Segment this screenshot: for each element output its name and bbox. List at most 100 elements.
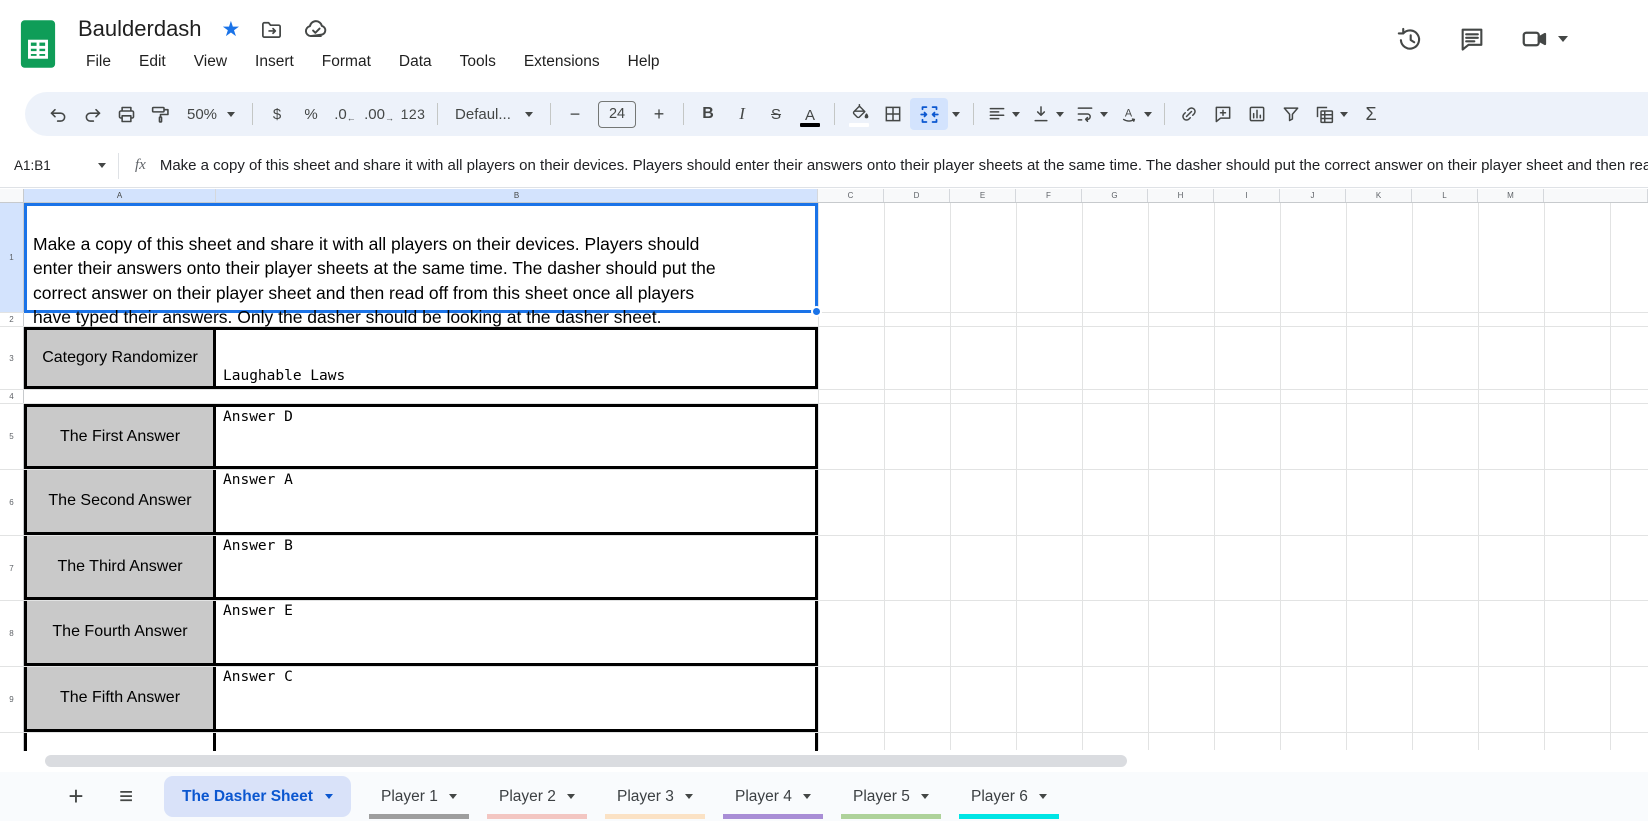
document-title[interactable]: Baulderdash [78,16,202,42]
selected-cell-a1b1[interactable]: Make a copy of this sheet and share it w… [24,203,822,327]
column-header-b[interactable]: B [216,189,818,202]
cell-b3-category-value[interactable]: Laughable Laws [216,327,818,389]
print-button[interactable] [109,98,143,130]
menu-view[interactable]: View [184,50,237,74]
column-header-h[interactable]: H [1148,189,1214,202]
column-header-a[interactable]: A [24,189,216,202]
meet-video-icon[interactable] [1520,24,1568,54]
decrease-decimal-button[interactable]: .0 ← [328,98,362,130]
cell-a9-fifth-answer-label[interactable]: The Fifth Answer [24,667,216,732]
row-header-9[interactable]: 9 [0,667,24,732]
insert-chart-button[interactable] [1240,98,1274,130]
version-history-icon[interactable] [1396,25,1424,53]
fill-color-button[interactable] [842,98,876,130]
column-header-l[interactable]: L [1412,189,1478,202]
row-header-3[interactable]: 3 [0,327,24,389]
tab-player-2-caret[interactable] [566,794,575,799]
cell-a6-second-answer-label[interactable]: The Second Answer [24,470,216,535]
menu-help[interactable]: Help [618,50,670,74]
move-to-folder-icon[interactable] [260,18,283,41]
menu-insert[interactable]: Insert [245,50,304,74]
increase-decimal-button[interactable]: .00 → [362,98,396,130]
column-header-e[interactable]: E [950,189,1016,202]
cloud-saved-icon[interactable] [303,16,329,42]
add-sheet-button[interactable]: + [58,781,94,812]
row-header-7[interactable]: 7 [0,536,24,600]
zoom-control[interactable]: 50% [177,106,245,123]
column-header-d[interactable]: D [884,189,950,202]
tab-player-1-caret[interactable] [448,794,457,799]
text-color-button[interactable]: A [793,98,827,130]
tab-player-6-caret[interactable] [1038,794,1047,799]
tab-dasher-sheet-caret[interactable] [324,794,333,799]
merge-dropdown-caret[interactable] [952,111,961,117]
tab-player-6[interactable]: Player 6 [958,772,1059,821]
row-header-10[interactable] [0,733,24,751]
cell-b8-fourth-answer-value[interactable]: Answer E [216,601,818,666]
decrease-font-size-button[interactable]: − [558,98,592,130]
cell-b9-fifth-answer-value[interactable]: Answer C [216,667,818,732]
paint-format-button[interactable] [143,98,177,130]
comment-history-icon[interactable] [1458,25,1486,53]
cell-b6-second-answer-value[interactable]: Answer A [216,470,818,535]
increase-font-size-button[interactable]: + [642,98,676,130]
undo-button[interactable] [41,98,75,130]
borders-button[interactable] [876,98,910,130]
row-header-2[interactable]: 2 [0,313,24,326]
menu-tools[interactable]: Tools [450,50,506,74]
fill-handle[interactable] [811,306,822,317]
menu-edit[interactable]: Edit [129,50,176,74]
column-header-c[interactable]: C [818,189,884,202]
star-icon[interactable]: ★ [222,19,241,40]
column-header-m[interactable]: M [1478,189,1544,202]
italic-button[interactable]: I [725,98,759,130]
column-header-i[interactable]: I [1214,189,1280,202]
cell-b7-third-answer-value[interactable]: Answer B [216,536,818,600]
cell-a7-third-answer-label[interactable]: The Third Answer [24,536,216,600]
tab-player-3[interactable]: Player 3 [604,772,705,821]
create-filter-button[interactable] [1274,98,1308,130]
horizontal-align-button[interactable] [981,98,1025,130]
format-percent-button[interactable]: % [294,98,328,130]
insert-link-button[interactable] [1172,98,1206,130]
row-header-8[interactable]: 8 [0,601,24,666]
select-all-corner[interactable] [0,189,24,202]
cell-b5-first-answer-value[interactable]: Answer D [216,404,818,469]
row-header-6[interactable]: 6 [0,470,24,535]
row-header-1[interactable]: 1 [0,203,24,312]
tab-player-4-caret[interactable] [802,794,811,799]
column-header-g[interactable]: G [1082,189,1148,202]
tab-player-4[interactable]: Player 4 [722,772,823,821]
merge-cells-button[interactable] [910,98,949,130]
row-header-5[interactable]: 5 [0,404,24,469]
format-currency-button[interactable]: $ [260,98,294,130]
menu-format[interactable]: Format [312,50,381,74]
menu-data[interactable]: Data [389,50,442,74]
vertical-align-button[interactable] [1025,98,1069,130]
name-box[interactable]: A1:B1 [0,158,118,173]
menu-file[interactable]: File [76,50,121,74]
cell-a3-category-label[interactable]: Category Randomizer [24,327,216,389]
sheets-logo-icon[interactable] [19,19,57,69]
font-selector[interactable]: Defaul... [445,106,543,123]
bold-button[interactable]: B [691,98,725,130]
text-wrapping-button[interactable] [1069,98,1113,130]
tab-dasher-sheet[interactable]: The Dasher Sheet [164,776,351,817]
insert-comment-button[interactable] [1206,98,1240,130]
column-header-k[interactable]: K [1346,189,1412,202]
formula-input[interactable]: Make a copy of this sheet and share it w… [160,157,1648,174]
tab-player-5[interactable]: Player 5 [840,772,941,821]
horizontal-scrollbar-thumb[interactable] [45,755,1127,767]
all-sheets-menu-button[interactable]: ≡ [108,783,144,811]
more-formats-button[interactable]: 123 [396,98,430,130]
text-rotation-button[interactable]: A [1113,98,1157,130]
cell-a5-first-answer-label[interactable]: The First Answer [24,404,216,469]
functions-button[interactable]: Σ [1354,98,1388,130]
tab-player-2[interactable]: Player 2 [486,772,587,821]
strikethrough-button[interactable]: S [759,98,793,130]
insert-table-button[interactable] [1308,98,1354,130]
meet-dropdown-caret[interactable] [1558,36,1568,42]
tab-player-1[interactable]: Player 1 [368,772,469,821]
tab-player-3-caret[interactable] [684,794,693,799]
column-header-j[interactable]: J [1280,189,1346,202]
